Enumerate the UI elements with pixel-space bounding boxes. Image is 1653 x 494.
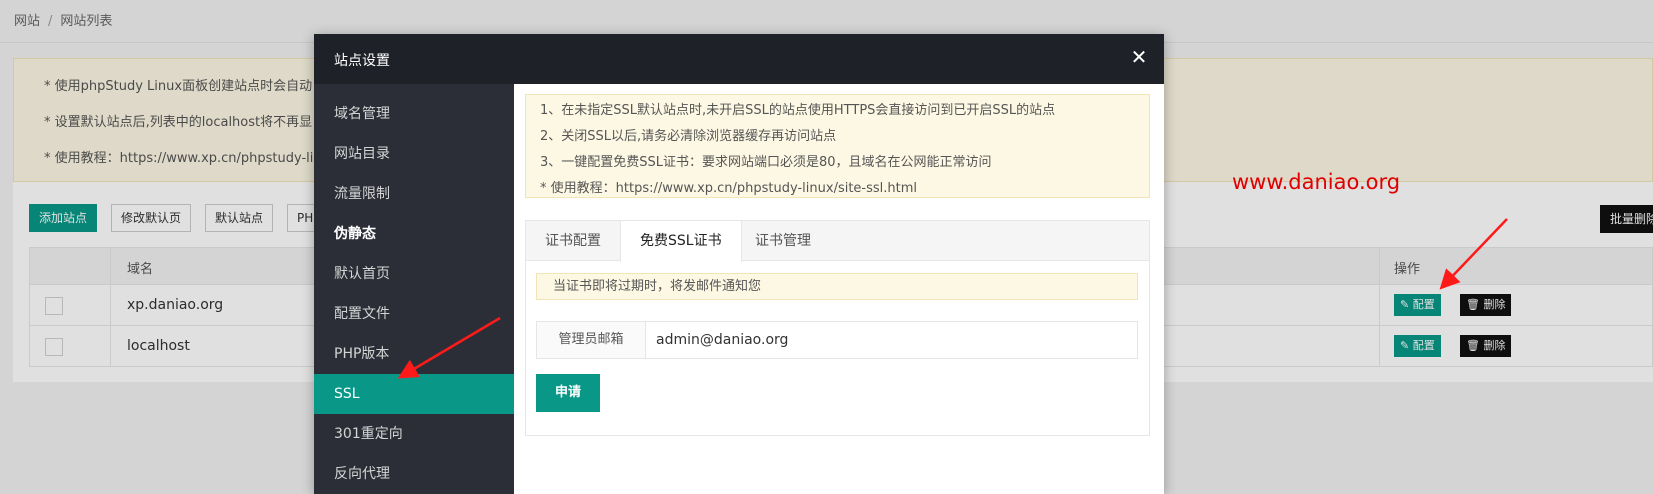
- sidebar-item-reverse-proxy[interactable]: 反向代理: [314, 454, 514, 494]
- tab-free-ssl[interactable]: 免费SSL证书: [620, 221, 742, 262]
- ssl-panel: 1、在未指定SSL默认站点时,未开启SSL的站点使用HTTPS会直接访问到已开启…: [514, 84, 1164, 494]
- ssl-tip-line: 2、关闭SSL以后,请务必清除浏览器缓存再访问站点: [540, 129, 837, 144]
- sidebar-item-domain[interactable]: 域名管理: [314, 94, 514, 134]
- close-icon[interactable]: ✕: [1128, 46, 1150, 68]
- ssl-tabs: 证书配置 免费SSL证书 证书管理 当证书即将过期时，将发邮件通知您 管理员邮箱…: [525, 220, 1150, 436]
- sidebar-item-default-page[interactable]: 默认首页: [314, 254, 514, 294]
- ssl-tip-line: * 使用教程：https://www.xp.cn/phpstudy-linux/…: [540, 181, 918, 196]
- ssl-tip-line: 3、一键配置免费SSL证书：要求网站端口必须是80，且域名在公网能正常访问: [540, 155, 992, 170]
- apply-button[interactable]: 申请: [536, 374, 600, 412]
- admin-email-row: 管理员邮箱: [536, 321, 1138, 359]
- sidebar-item-traffic-limit[interactable]: 流量限制: [314, 174, 514, 214]
- sidebar-item-php-version[interactable]: PHP版本: [314, 334, 514, 374]
- site-settings-modal: 站点设置 ✕ 域名管理 网站目录 流量限制 伪静态 默认首页 配置文件 PHP版…: [314, 34, 1164, 494]
- sidebar-item-ssl[interactable]: SSL: [314, 374, 514, 414]
- ssl-tips: 1、在未指定SSL默认站点时,未开启SSL的站点使用HTTPS会直接访问到已开启…: [525, 94, 1150, 198]
- tab-cert-management[interactable]: 证书管理: [736, 221, 830, 261]
- admin-email-label: 管理员邮箱: [537, 322, 646, 358]
- sidebar-item-directory[interactable]: 网站目录: [314, 134, 514, 174]
- expiry-notice: 当证书即将过期时，将发邮件通知您: [536, 273, 1138, 300]
- sidebar-item-redirect[interactable]: 301重定向: [314, 414, 514, 454]
- admin-email-input[interactable]: [646, 322, 1137, 358]
- modal-header: 站点设置 ✕: [314, 34, 1164, 84]
- sidebar-item-config-file[interactable]: 配置文件: [314, 294, 514, 334]
- modal-title: 站点设置: [334, 53, 390, 69]
- tab-cert-config[interactable]: 证书配置: [526, 221, 620, 261]
- tab-bar: 证书配置 免费SSL证书 证书管理: [526, 221, 1149, 262]
- sidebar-item-rewrite[interactable]: 伪静态: [314, 214, 514, 254]
- ssl-tip-line: 1、在未指定SSL默认站点时,未开启SSL的站点使用HTTPS会直接访问到已开启…: [540, 103, 1056, 118]
- settings-sidebar: 域名管理 网站目录 流量限制 伪静态 默认首页 配置文件 PHP版本 SSL 3…: [314, 84, 514, 494]
